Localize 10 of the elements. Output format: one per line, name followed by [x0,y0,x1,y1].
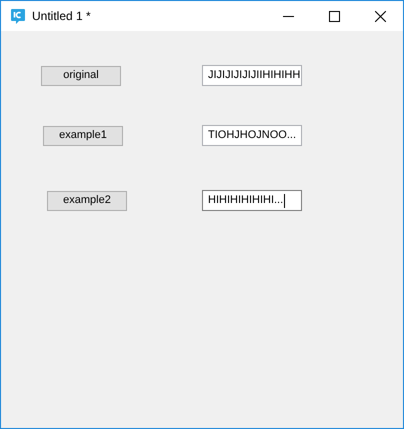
push-button[interactable]: example1 [43,126,123,146]
push-button[interactable]: original [41,66,121,86]
push-button[interactable]: example2 [47,190,127,210]
window-title: Untitled 1 * [32,8,91,25]
text-field[interactable]: TIOHJHOJNOO... [202,125,302,146]
maximize-icon [328,10,340,22]
text-field[interactable]: HIHIHIHIHIHI... [202,190,302,211]
text-field[interactable]: JIJIJIJIJIJIIHIHIHH [202,65,302,86]
app-logo-icon [10,8,26,24]
close-icon [374,10,386,22]
